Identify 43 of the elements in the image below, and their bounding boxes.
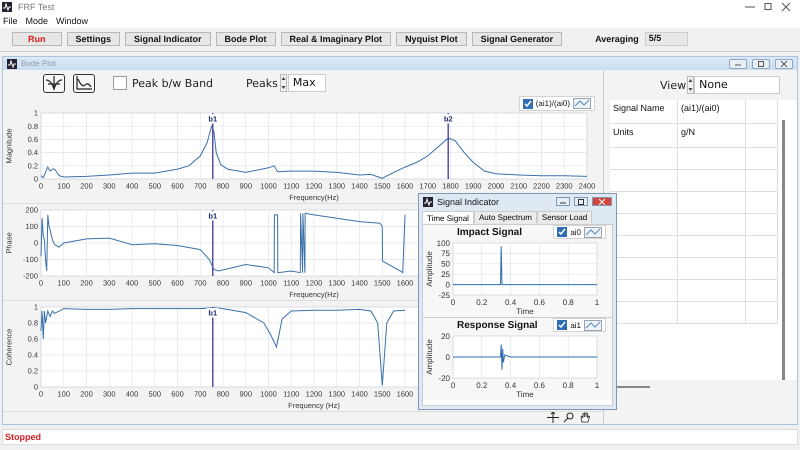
- tick-label: 100: [436, 239, 450, 248]
- status-text: Stopped: [5, 432, 41, 442]
- legend-label: (ai1)/(ai0): [536, 99, 570, 108]
- tick-label: -20: [438, 374, 450, 383]
- tick-label: 0.4: [505, 298, 516, 307]
- chart-title: Response Signal: [457, 320, 538, 330]
- checkbox-label: Peak b/w Band: [132, 76, 214, 90]
- window-title: FRF Test: [18, 2, 54, 12]
- axis-title: Amplitude: [425, 251, 434, 287]
- window-title: Bode Plot: [21, 59, 56, 68]
- table-cell: Units: [610, 124, 678, 148]
- tick-label: 1: [594, 298, 600, 307]
- tick-label: 0.8: [562, 298, 574, 307]
- axis-title: Time: [516, 307, 534, 316]
- tick-label: 1: [594, 381, 600, 390]
- tick-label: 25: [441, 270, 450, 279]
- peaks-label: Peaks: [246, 76, 278, 90]
- legend-label: ai0: [570, 228, 581, 236]
- tick-label: 0: [450, 298, 456, 307]
- table-cell: g/N: [678, 124, 746, 148]
- tick-label: 0: [450, 381, 456, 390]
- tick-label: 75: [441, 249, 450, 258]
- table-cell: Signal Name: [610, 100, 678, 124]
- tick-label: 0.2: [476, 298, 488, 307]
- averaging-label: Averaging: [595, 34, 639, 44]
- tick-label: 0.8: [562, 381, 574, 390]
- tick-label: 0: [446, 352, 450, 362]
- axis-title: Time: [516, 390, 534, 399]
- tick-label: 0.2: [476, 381, 488, 390]
- tick-label: 0.6: [534, 298, 545, 307]
- tick-label: 0.6: [534, 381, 545, 390]
- window-title: Signal Indicator: [437, 196, 500, 206]
- table-cell: (ai1)/(ai0): [678, 100, 746, 124]
- tick-label: -25: [438, 290, 450, 300]
- legend-label: ai1: [570, 320, 581, 330]
- tick-label: 20: [441, 332, 450, 341]
- tick-label: 0.4: [505, 381, 516, 390]
- view-label: View: [660, 78, 686, 92]
- tick-label: 50: [441, 260, 450, 269]
- averaging-field: 5/5: [644, 32, 688, 46]
- axis-title: Amplitude: [425, 339, 434, 375]
- chart-title: Impact Signal: [457, 226, 522, 238]
- tick-label: 0: [446, 280, 450, 290]
